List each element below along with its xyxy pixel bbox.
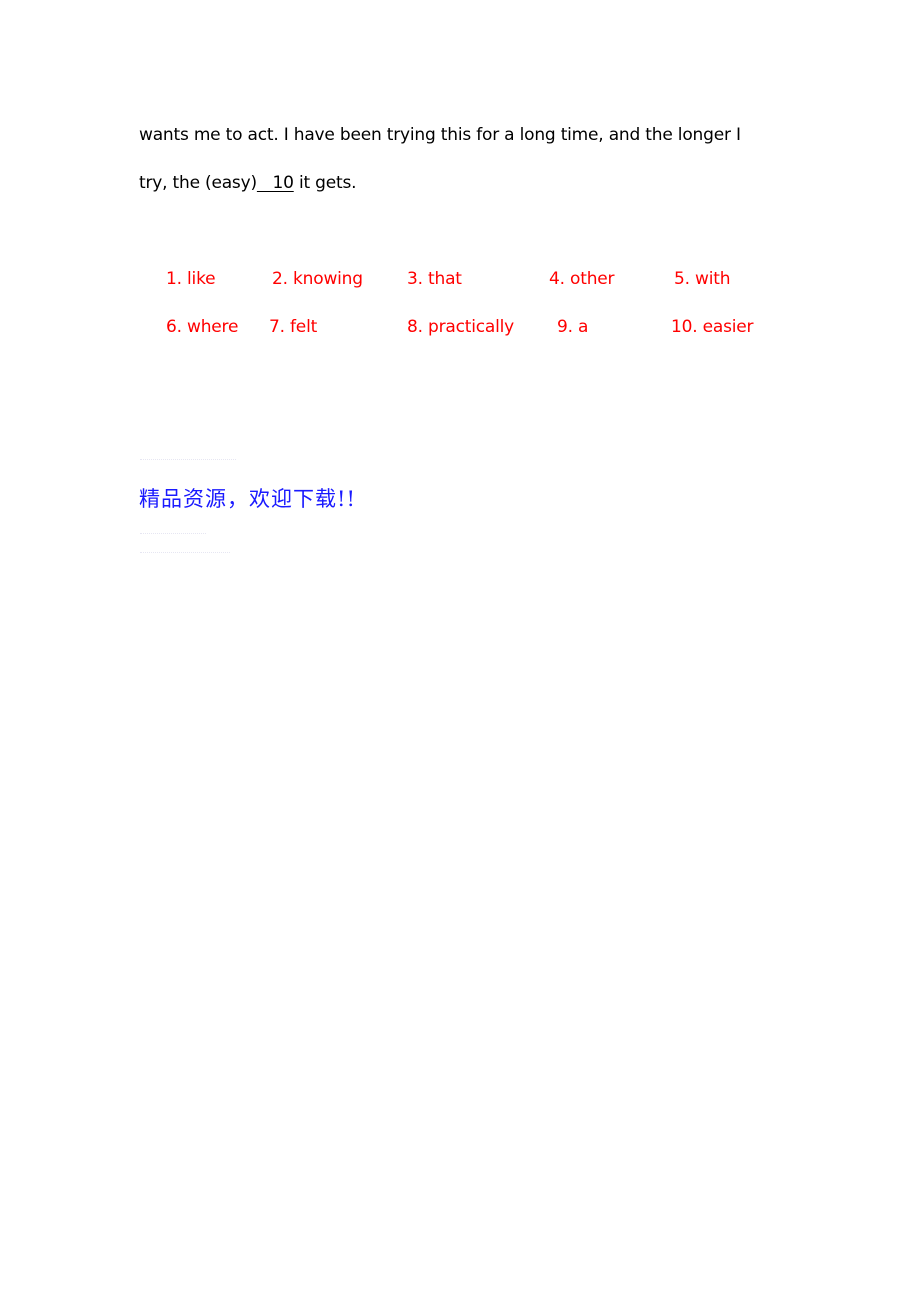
passage-text: it gets.	[293, 173, 357, 193]
passage-line-2: try, the (easy) 10 it gets.	[139, 173, 357, 193]
answer-item: 8. practically	[407, 317, 515, 337]
passage-text: try, the (easy)	[139, 173, 257, 193]
passage-line-1: wants me to act. I have been trying this…	[139, 125, 741, 145]
answer-item: 3. that	[407, 269, 462, 289]
answer-item: 9. a	[557, 317, 589, 337]
answer-item: 5. with	[674, 269, 731, 289]
faint-dotted-line	[140, 552, 230, 557]
faint-dotted-line	[140, 459, 236, 464]
answer-item: 1. like	[166, 269, 216, 289]
answer-item: 6. where	[166, 317, 239, 337]
faint-dotted-line	[140, 533, 206, 538]
answer-item: 7. felt	[269, 317, 318, 337]
promo-text: 精品资源，欢迎下载!!	[139, 487, 356, 511]
answer-item: 2. knowing	[272, 269, 363, 289]
document-page: wants me to act. I have been trying this…	[0, 0, 920, 1302]
answer-item: 4. other	[549, 269, 615, 289]
answer-item: 10. easier	[671, 317, 754, 337]
blank-10: 10	[256, 173, 294, 193]
